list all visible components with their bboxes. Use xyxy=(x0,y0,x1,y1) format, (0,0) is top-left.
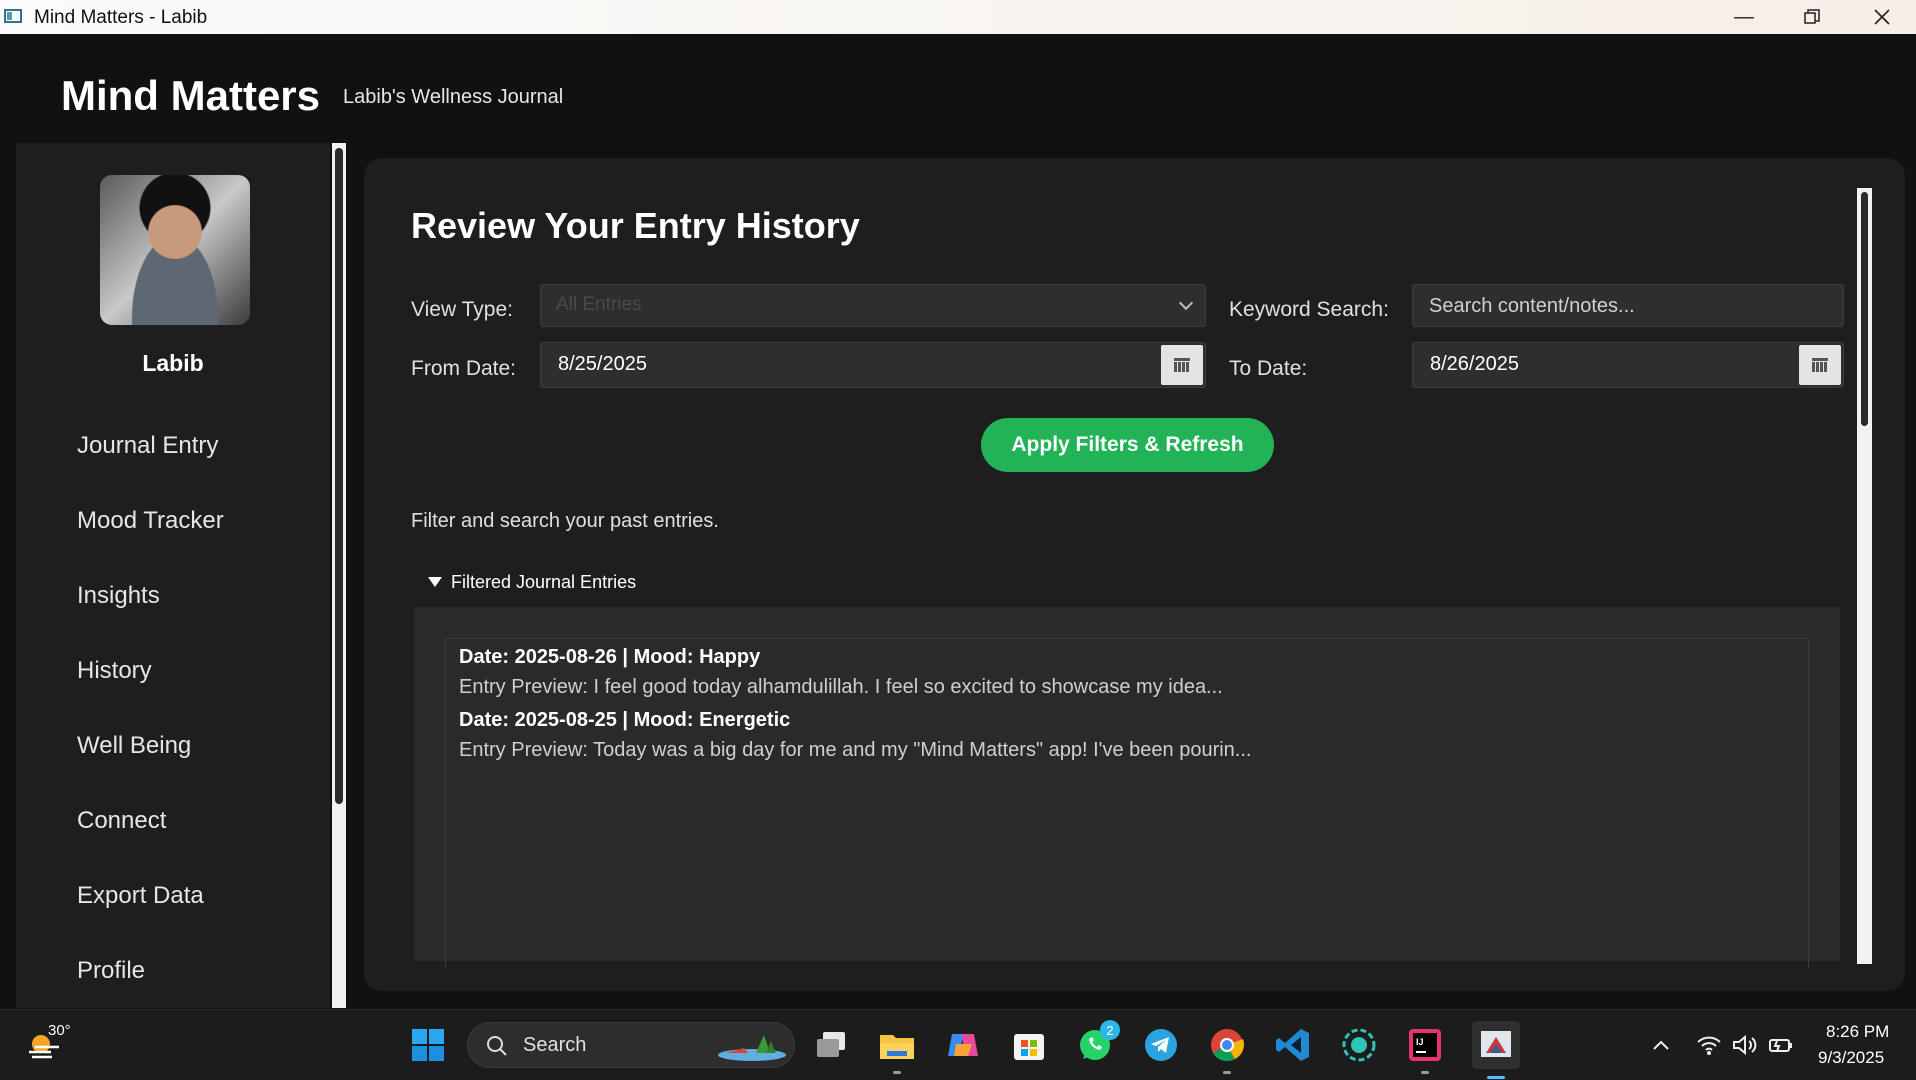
minimize-icon[interactable]: — xyxy=(1710,0,1778,34)
sidebar-item-mood-tracker[interactable]: Mood Tracker xyxy=(77,507,224,535)
chevron-up-icon[interactable] xyxy=(1642,1026,1680,1064)
filter-hint-text: Filter and search your past entries. xyxy=(411,510,719,532)
entry-header[interactable]: Date: 2025-08-25 | Mood: Energetic xyxy=(459,709,790,732)
entry-preview[interactable]: Entry Preview: I feel good today alhamdu… xyxy=(459,676,1223,699)
taskbar: 30° Search 2 IJ 8:26 PM 9/3/2025 xyxy=(0,1009,1916,1080)
avatar xyxy=(100,175,250,325)
window-title-bar: Mind Matters - Labib — xyxy=(0,0,1916,34)
filtered-entries-header[interactable]: Filtered Journal Entries xyxy=(414,558,1840,607)
chevron-down-icon xyxy=(1178,295,1194,311)
search-highlight-icon xyxy=(718,1035,786,1061)
sidebar: Labib Journal Entry Mood Tracker Insight… xyxy=(16,143,330,1008)
restore-icon[interactable] xyxy=(1778,0,1846,34)
java-app-icon[interactable] xyxy=(1472,1021,1520,1079)
entries-list[interactable]: Date: 2025-08-26 | Mood: Happy Entry Pre… xyxy=(445,638,1809,968)
calendar-icon xyxy=(1812,358,1828,372)
copilot-icon[interactable] xyxy=(944,1026,982,1064)
intellij-icon[interactable]: IJ xyxy=(1406,1026,1444,1074)
keyword-search-input[interactable]: Search content/notes... xyxy=(1412,284,1844,327)
clock-date[interactable]: 9/3/2025 xyxy=(1818,1048,1884,1068)
sidebar-item-journal-entry[interactable]: Journal Entry xyxy=(77,432,218,460)
to-date-value: 8/26/2025 xyxy=(1430,353,1519,375)
file-explorer-icon[interactable] xyxy=(878,1026,916,1074)
apply-filters-button[interactable]: Apply Filters & Refresh xyxy=(981,418,1274,472)
to-date-label: To Date: xyxy=(1229,357,1308,380)
sidebar-item-insights[interactable]: Insights xyxy=(77,582,160,610)
view-type-select[interactable]: All Entries xyxy=(540,284,1206,327)
clock-time[interactable]: 8:26 PM xyxy=(1826,1022,1889,1042)
app-icon xyxy=(4,9,22,23)
view-type-label: View Type: xyxy=(411,298,513,321)
to-date-field[interactable]: 8/26/2025 xyxy=(1412,342,1844,388)
chrome-icon[interactable] xyxy=(1208,1026,1246,1074)
app-subtitle: Labib's Wellness Journal xyxy=(343,86,564,108)
view-type-value: All Entries xyxy=(556,294,642,315)
search-icon xyxy=(487,1036,507,1056)
window-title: Mind Matters - Labib xyxy=(34,7,208,28)
from-date-calendar-button[interactable] xyxy=(1161,345,1203,385)
from-date-field[interactable]: 8/25/2025 xyxy=(540,342,1206,388)
sidebar-scrollbar-thumb[interactable] xyxy=(335,148,343,804)
section-title: Filtered Journal Entries xyxy=(451,572,637,592)
vscode-icon[interactable] xyxy=(1274,1026,1312,1064)
filtered-entries-panel: Date: 2025-08-26 | Mood: Happy Entry Pre… xyxy=(414,607,1840,968)
main-scrollbar-thumb[interactable] xyxy=(1861,192,1868,426)
user-name: Labib xyxy=(142,350,204,376)
microsoft-store-icon[interactable] xyxy=(1010,1026,1048,1064)
from-date-value: 8/25/2025 xyxy=(558,353,647,375)
from-date-label: From Date: xyxy=(411,357,517,380)
entry-preview[interactable]: Entry Preview: Today was a big day for m… xyxy=(459,739,1251,762)
app-title: Mind Matters xyxy=(61,72,321,119)
close-icon[interactable] xyxy=(1848,0,1916,34)
taskbar-search[interactable]: Search xyxy=(467,1022,795,1068)
telegram-icon[interactable] xyxy=(1142,1026,1180,1064)
entry-header[interactable]: Date: 2025-08-26 | Mood: Happy xyxy=(459,646,760,669)
keyword-search-placeholder: Search content/notes... xyxy=(1429,295,1635,317)
svg-text:IJ: IJ xyxy=(1416,1037,1424,1047)
triangle-down-icon xyxy=(428,577,442,587)
sidebar-item-export-data[interactable]: Export Data xyxy=(77,882,204,910)
taskbar-search-label: Search xyxy=(523,1034,587,1056)
calendar-icon xyxy=(1174,358,1190,372)
task-view-icon[interactable] xyxy=(812,1026,850,1064)
wifi-icon[interactable] xyxy=(1690,1026,1728,1064)
sidebar-item-well-being[interactable]: Well Being xyxy=(77,732,191,760)
keyword-search-label: Keyword Search: xyxy=(1229,298,1389,321)
page-title: Review Your Entry History xyxy=(411,205,860,246)
battery-icon[interactable] xyxy=(1762,1026,1800,1064)
to-date-calendar-button[interactable] xyxy=(1799,345,1841,385)
sidebar-item-history[interactable]: History xyxy=(77,657,152,685)
screen-recorder-icon[interactable] xyxy=(1340,1026,1378,1064)
weather-temperature: 30° xyxy=(48,1022,71,1039)
windows-start-icon[interactable] xyxy=(409,1026,447,1064)
sidebar-item-profile[interactable]: Profile xyxy=(77,957,145,985)
whatsapp-icon[interactable]: 2 xyxy=(1076,1020,1120,1064)
volume-icon[interactable] xyxy=(1726,1026,1764,1064)
notification-badge: 2 xyxy=(1100,1020,1120,1040)
sidebar-item-connect[interactable]: Connect xyxy=(77,807,166,835)
